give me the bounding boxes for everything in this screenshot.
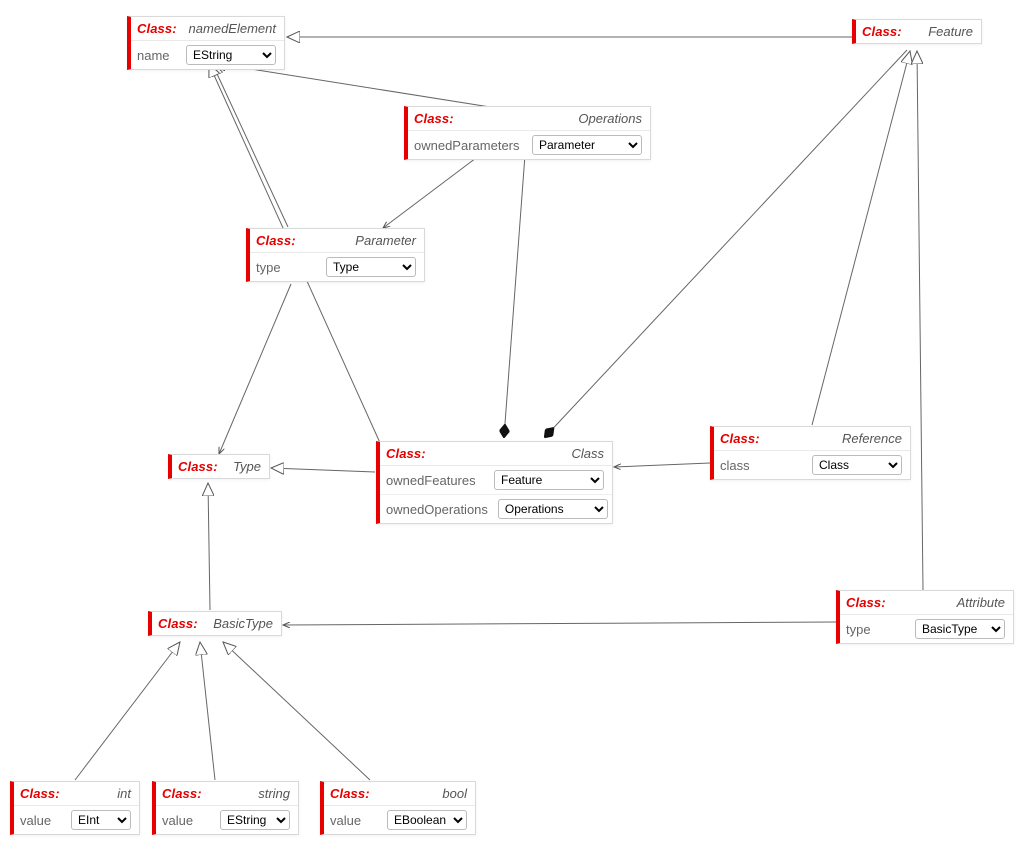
class-name: Feature — [928, 24, 973, 39]
class-name: string — [258, 786, 290, 801]
attr-select[interactable]: BasicType — [915, 619, 1005, 639]
attr-select[interactable]: EInt — [71, 810, 131, 830]
class-box-string[interactable]: Class: string value EString — [152, 781, 299, 835]
attr-row: value EInt — [14, 806, 139, 834]
attr-name: name — [137, 48, 170, 63]
class-title-row: Class: Reference — [714, 427, 910, 451]
class-label: Class: — [178, 459, 218, 474]
attr-row: name EString — [131, 41, 284, 69]
class-title-row: Class: bool — [324, 782, 475, 806]
class-label: Class: — [862, 24, 902, 39]
attr-select[interactable]: Type — [326, 257, 416, 277]
class-box-operations[interactable]: Class: Operations ownedParameters Parame… — [404, 106, 651, 160]
class-label: Class: — [162, 786, 202, 801]
class-box-bool[interactable]: Class: bool value EBoolean — [320, 781, 476, 835]
attr-select[interactable]: Feature — [494, 470, 604, 490]
attr-row: class Class — [714, 451, 910, 479]
attr-row: type Type — [250, 253, 424, 281]
class-title-row: Class: Feature — [856, 20, 981, 43]
class-name: Class — [571, 446, 604, 461]
attr-select[interactable]: EBoolean — [387, 810, 467, 830]
class-title-row: Class: string — [156, 782, 298, 806]
attr-name: value — [330, 813, 361, 828]
class-box-reference[interactable]: Class: Reference class Class — [710, 426, 911, 480]
class-label: Class: — [20, 786, 60, 801]
attr-name: class — [720, 458, 750, 473]
attr-select[interactable]: Parameter — [532, 135, 642, 155]
class-label: Class: — [846, 595, 886, 610]
attr-name: value — [162, 813, 193, 828]
class-name: Reference — [842, 431, 902, 446]
attr-select[interactable]: Operations — [498, 499, 608, 519]
attr-select[interactable]: Class — [812, 455, 902, 475]
class-box-attribute[interactable]: Class: Attribute type BasicType — [836, 590, 1014, 644]
class-box-namedElement[interactable]: Class: namedElement name EString — [127, 16, 285, 70]
class-name: int — [117, 786, 131, 801]
class-box-class[interactable]: Class: Class ownedFeatures Feature owned… — [376, 441, 613, 524]
attr-name: type — [846, 622, 871, 637]
class-label: Class: — [158, 616, 198, 631]
class-box-basicType[interactable]: Class: BasicType — [148, 611, 282, 636]
class-title-row: Class: Operations — [408, 107, 650, 131]
class-box-feature[interactable]: Class: Feature — [852, 19, 982, 44]
attr-name: value — [20, 813, 51, 828]
class-name: Attribute — [957, 595, 1005, 610]
class-title-row: Class: Type — [172, 455, 269, 478]
attr-row: value EString — [156, 806, 298, 834]
attr-select[interactable]: EString — [186, 45, 276, 65]
attr-row: ownedParameters Parameter — [408, 131, 650, 159]
class-name: Type — [233, 459, 261, 474]
class-title-row: Class: int — [14, 782, 139, 806]
class-label: Class: — [720, 431, 760, 446]
attr-select[interactable]: EString — [220, 810, 290, 830]
class-label: Class: — [137, 21, 177, 36]
class-title-row: Class: BasicType — [152, 612, 281, 635]
class-name: namedElement — [189, 21, 276, 36]
class-label: Class: — [414, 111, 454, 126]
class-label: Class: — [386, 446, 426, 461]
attr-name: type — [256, 260, 281, 275]
attr-name: ownedParameters — [414, 138, 520, 153]
class-label: Class: — [330, 786, 370, 801]
class-title-row: Class: Attribute — [840, 591, 1013, 615]
class-name: Parameter — [355, 233, 416, 248]
class-box-int[interactable]: Class: int value EInt — [10, 781, 140, 835]
class-name: Operations — [578, 111, 642, 126]
attr-row: ownedFeatures Feature — [380, 466, 612, 495]
class-box-parameter[interactable]: Class: Parameter type Type — [246, 228, 425, 282]
class-name: bool — [442, 786, 467, 801]
attr-name: ownedOperations — [386, 502, 488, 517]
class-title-row: Class: namedElement — [131, 17, 284, 41]
attr-name: ownedFeatures — [386, 473, 476, 488]
attr-row: type BasicType — [840, 615, 1013, 643]
class-box-type[interactable]: Class: Type — [168, 454, 270, 479]
class-title-row: Class: Class — [380, 442, 612, 466]
class-name: BasicType — [213, 616, 273, 631]
class-title-row: Class: Parameter — [250, 229, 424, 253]
attr-row: ownedOperations Operations — [380, 495, 612, 523]
class-label: Class: — [256, 233, 296, 248]
attr-row: value EBoolean — [324, 806, 475, 834]
